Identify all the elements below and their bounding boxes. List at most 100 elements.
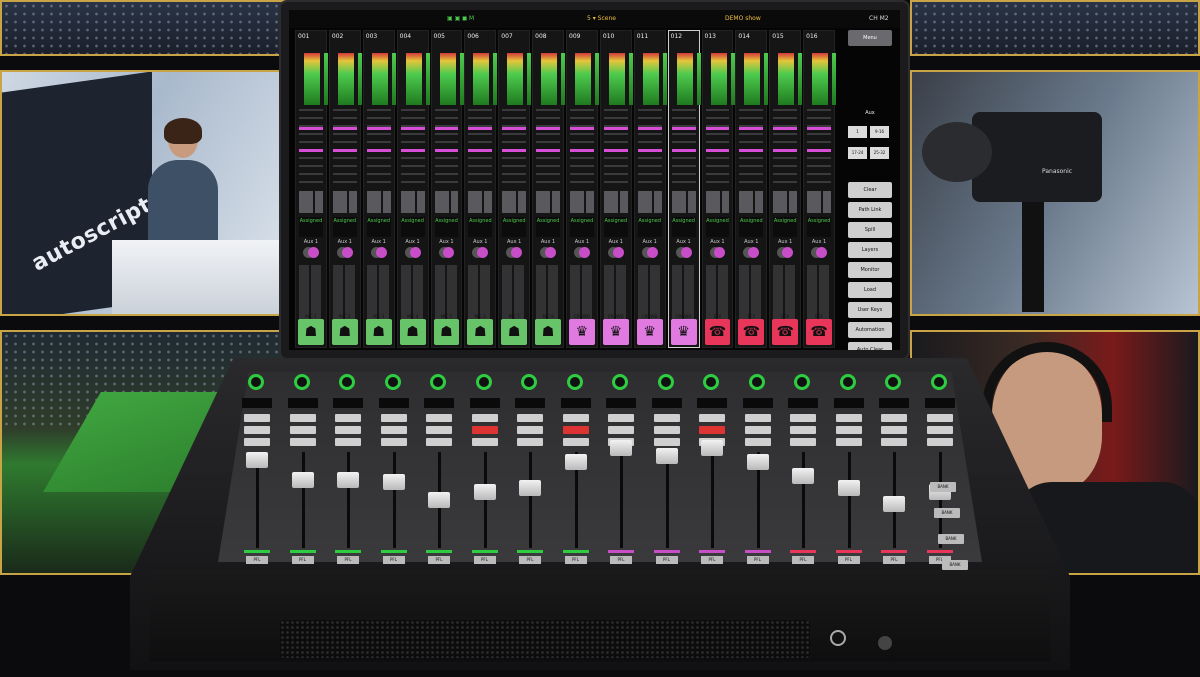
strip-buttons[interactable] [299, 191, 323, 213]
rotary-encoder[interactable] [248, 374, 264, 390]
routing-grid[interactable] [773, 265, 798, 321]
channel-strip-002[interactable]: 002 Assigned Aux 1 MIC 2 ☗ [328, 30, 362, 348]
routing-grid[interactable] [366, 265, 391, 321]
channel-key[interactable] [744, 414, 771, 422]
channel-key[interactable] [426, 438, 452, 446]
fader-cap[interactable] [382, 474, 405, 490]
routing-grid[interactable] [400, 265, 425, 321]
channel-key[interactable] [744, 426, 771, 434]
channel-icon-pad[interactable]: ☎ [738, 319, 765, 345]
strip-buttons[interactable] [773, 191, 798, 213]
channel-strip-015[interactable]: 015 Assigned Aux 1 EFX ☎ [769, 30, 803, 348]
strip-buttons[interactable] [637, 191, 662, 213]
aux-knob[interactable] [816, 247, 827, 258]
pfl-button[interactable]: PFL [337, 556, 359, 564]
fader-cap[interactable] [792, 468, 814, 484]
rotary-encoder[interactable] [566, 374, 583, 390]
channel-icon-pad[interactable]: ☗ [433, 319, 460, 345]
pfl-button[interactable]: PFL [610, 556, 632, 564]
aux-range-button[interactable]: 17-24 [848, 147, 867, 159]
routing-grid[interactable] [570, 265, 594, 321]
side-button-layers[interactable]: Layers [848, 242, 892, 258]
channel-key[interactable] [881, 414, 907, 422]
channel-key[interactable] [653, 426, 680, 434]
fader-cap[interactable] [337, 472, 359, 488]
side-button-spill[interactable]: Spill [848, 222, 892, 238]
channel-strip-009[interactable]: 009 Assigned Aux 1 CROWD ♛ [566, 30, 599, 348]
channel-strip-008[interactable]: 008 Assigned Aux 1 MIC 8 ☗ [532, 30, 566, 348]
pfl-button[interactable]: PFL [792, 556, 814, 564]
aux-knob[interactable] [782, 247, 794, 258]
rotary-encoder[interactable] [703, 374, 719, 390]
channel-key[interactable] [653, 414, 680, 422]
channel-icon-pad[interactable]: ☎ [806, 319, 832, 345]
strip-buttons[interactable] [400, 191, 425, 213]
channel-icon-pad[interactable]: ☗ [501, 319, 528, 345]
routing-grid[interactable] [807, 265, 831, 321]
rotary-encoder[interactable] [475, 374, 492, 390]
side-button-clear[interactable]: Clear [848, 182, 892, 198]
pfl-button[interactable]: PFL [291, 556, 314, 564]
channel-key[interactable] [562, 438, 589, 446]
channel-strip-003[interactable]: 003 Assigned Aux 1 MIC 3 ☗ [362, 30, 396, 348]
channel-key[interactable] [653, 438, 680, 446]
channel-key[interactable] [790, 414, 816, 422]
rotary-encoder[interactable] [748, 374, 765, 390]
channel-strip-010[interactable]: 010 Assigned Aux 1 CROWD ♛ [599, 30, 633, 348]
side-button-automation[interactable]: Automation [848, 322, 892, 338]
pfl-button[interactable]: PFL [564, 556, 587, 564]
aux-knob[interactable] [578, 247, 590, 258]
pfl-button[interactable]: PFL [701, 556, 723, 564]
routing-grid[interactable] [671, 265, 696, 321]
routing-grid[interactable] [637, 265, 662, 321]
channel-key[interactable] [744, 438, 771, 446]
fader-cap[interactable] [291, 472, 314, 488]
channel-icon-pad[interactable]: ☗ [399, 319, 426, 345]
channel-key[interactable] [244, 414, 270, 422]
rotary-encoder[interactable] [612, 374, 628, 390]
aux-knob[interactable] [545, 247, 556, 258]
channel-icon-pad[interactable]: ☗ [365, 319, 392, 345]
channel-key[interactable] [289, 414, 316, 422]
channel-strip-001[interactable]: 001 Assigned Aux 1 MIC 1 ☗ [295, 30, 328, 348]
channel-key[interactable] [380, 426, 407, 434]
strip-buttons[interactable] [570, 191, 594, 213]
fader-cap[interactable] [473, 484, 496, 500]
channel-key[interactable] [380, 438, 407, 446]
headphone-jack[interactable] [878, 636, 892, 650]
channel-icon-pad[interactable]: ☎ [704, 319, 731, 345]
channel-key[interactable] [926, 438, 953, 446]
rotary-encoder[interactable] [384, 374, 401, 390]
fader-cap[interactable] [837, 480, 860, 496]
routing-grid[interactable] [299, 265, 323, 321]
channel-key[interactable] [562, 414, 589, 422]
routing-grid[interactable] [603, 265, 628, 321]
strip-buttons[interactable] [332, 191, 357, 213]
aux-knob[interactable] [307, 247, 319, 258]
pfl-button[interactable]: PFL [883, 556, 905, 564]
channel-strip-012[interactable]: 012 Assigned Aux 1 CROWD ♛ [667, 30, 701, 348]
aux-range-button[interactable]: 25-32 [870, 147, 889, 159]
side-button-path-link[interactable]: Path Link [848, 202, 892, 218]
bank-button[interactable]: BANK [938, 534, 964, 544]
rotary-encoder[interactable] [839, 374, 856, 390]
channel-strip-016[interactable]: 016 Assigned Aux 1 EFX ☎ [803, 30, 837, 348]
channel-key[interactable] [517, 426, 543, 434]
channel-key[interactable] [471, 414, 498, 422]
strip-buttons[interactable] [468, 191, 493, 213]
channel-key[interactable] [335, 438, 361, 446]
aux-range-button[interactable]: 1 [848, 126, 867, 138]
aux-knob[interactable] [409, 247, 421, 258]
pfl-button[interactable]: PFL [655, 556, 678, 564]
fader-cap[interactable] [428, 492, 450, 508]
fader-cap[interactable] [655, 448, 678, 464]
channel-icon-pad[interactable]: ♛ [602, 319, 629, 345]
pfl-button[interactable]: PFL [428, 556, 450, 564]
channel-strip-006[interactable]: 006 Assigned Aux 1 MIC 6 ☗ [464, 30, 498, 348]
rotary-encoder[interactable] [521, 374, 537, 390]
channel-key[interactable] [471, 438, 498, 446]
rotary-encoder[interactable] [657, 374, 674, 390]
channel-key[interactable] [835, 414, 862, 422]
channel-key[interactable] [244, 438, 270, 446]
channel-key[interactable] [790, 438, 816, 446]
